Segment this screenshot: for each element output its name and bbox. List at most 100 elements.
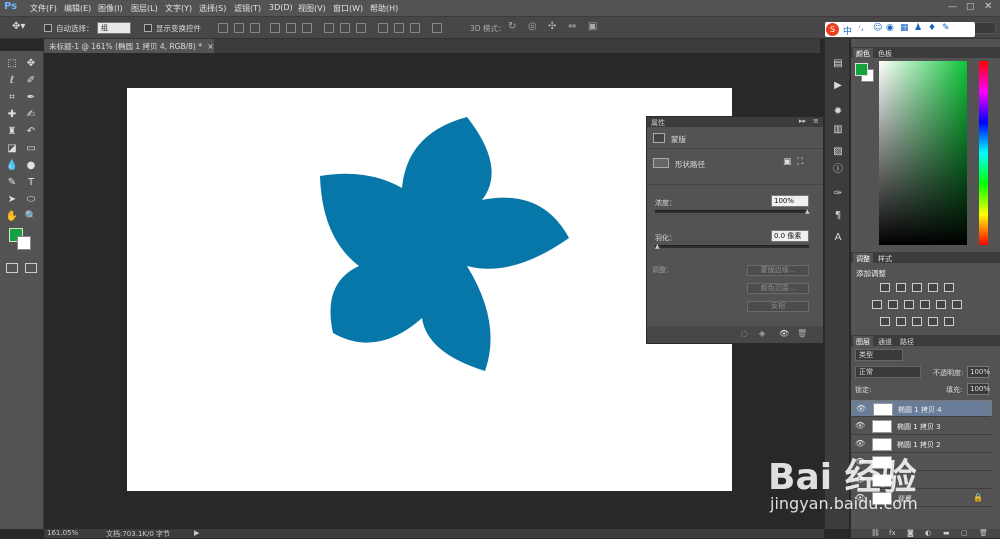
clone-stamp-tool-icon[interactable]: ♜ (4, 125, 20, 139)
menu-edit[interactable]: 编辑(E) (64, 3, 91, 14)
auto-select-checkbox[interactable] (44, 24, 52, 32)
minimize-icon[interactable]: — (948, 2, 957, 12)
eyedropper-tool-icon[interactable]: ✒ (23, 91, 39, 105)
ime-keyboard-icon[interactable]: ▦ (900, 23, 909, 33)
selective-color-icon[interactable] (944, 317, 954, 326)
maximize-icon[interactable]: □ (966, 2, 975, 12)
color-picker-field[interactable] (879, 61, 967, 245)
align-right-icon[interactable] (302, 23, 312, 33)
close-window-icon[interactable]: ✕ (984, 1, 992, 12)
lasso-tool-icon[interactable]: ℓ (4, 74, 20, 88)
document-canvas[interactable] (127, 88, 732, 491)
crop-tool-icon[interactable]: ⌗ (4, 91, 20, 105)
ellipse-tool-icon[interactable]: ⬭ (23, 193, 39, 207)
feather-slider[interactable]: ▲ (655, 243, 809, 250)
align-hcenter-icon[interactable] (286, 23, 296, 33)
menu-filter[interactable]: 滤镜(T) (234, 3, 261, 14)
ime-voice-icon[interactable]: ◉ (886, 23, 894, 33)
menu-image[interactable]: 图像(I) (98, 3, 123, 14)
ime-user-icon[interactable]: ♟ (914, 23, 922, 33)
color-balance-icon[interactable] (888, 300, 898, 309)
color-lookup-icon[interactable] (952, 300, 962, 309)
move-tool-preset-icon[interactable]: ✥▾ (12, 21, 25, 32)
distribute-left-icon[interactable] (378, 23, 388, 33)
opacity-input[interactable]: 100% (967, 366, 990, 378)
new-fill-layer-icon[interactable]: ◐ (925, 529, 931, 537)
delete-layer-icon[interactable]: 🗑 (979, 529, 988, 537)
brightness-contrast-icon[interactable] (880, 283, 890, 292)
apply-mask-icon[interactable]: ◈ (759, 329, 765, 338)
menu-view[interactable]: 视图(V) (298, 3, 326, 14)
move-tool-icon[interactable]: ✥ (23, 57, 39, 71)
menu-type[interactable]: 文字(Y) (165, 3, 192, 14)
info-icon[interactable]: ⓘ (830, 163, 846, 177)
type-tool-icon[interactable]: T (23, 176, 39, 190)
load-selection-icon[interactable]: ◌ (741, 329, 748, 338)
document-tab[interactable]: 未标题-1 @ 161% (椭圆 1 拷贝 4, RGB/8) * × (44, 39, 214, 53)
menu-select[interactable]: 选择(S) (199, 3, 226, 14)
pen-tool-icon[interactable]: ✎ (4, 176, 20, 190)
color-panel-foreground[interactable] (855, 63, 868, 76)
align-top-icon[interactable] (218, 23, 228, 33)
actions-icon[interactable]: ▶ (830, 79, 846, 93)
ime-language[interactable]: 中 (843, 24, 852, 37)
feather-input[interactable]: 0.0 像素 (771, 230, 809, 242)
threshold-icon[interactable] (912, 317, 922, 326)
delete-mask-icon[interactable]: 🗑 (797, 329, 807, 338)
new-group-icon[interactable]: ▬ (943, 529, 950, 537)
density-slider-thumb[interactable]: ▲ (805, 208, 810, 215)
photo-filter-icon[interactable] (920, 300, 930, 309)
add-pixel-mask-icon[interactable]: ▣ (783, 157, 792, 167)
auto-select-dropdown[interactable]: 组 (97, 22, 131, 34)
3d-scale-icon[interactable]: ▣ (588, 21, 597, 32)
marquee-tool-icon[interactable]: ⬚ (4, 57, 20, 71)
mask-edge-button[interactable]: 蒙版边缘... (747, 265, 809, 276)
3d-roll-icon[interactable]: ◎ (528, 21, 537, 32)
brush-presets-icon[interactable]: ▥ (830, 123, 846, 137)
exposure-icon[interactable] (928, 283, 938, 292)
align-left-icon[interactable] (270, 23, 280, 33)
brush-tool-icon[interactable]: ✍ (23, 108, 39, 122)
3d-rotate-icon[interactable]: ↻ (508, 21, 516, 32)
3d-slide-icon[interactable]: ⇔ (568, 21, 576, 32)
character-icon[interactable]: A (830, 231, 846, 245)
quick-select-tool-icon[interactable]: ✐ (23, 74, 39, 88)
path-select-tool-icon[interactable]: ➤ (4, 193, 20, 207)
layer-row[interactable]: 👁 椭圆 1 拷贝 4 (851, 400, 992, 417)
auto-align-icon[interactable] (432, 23, 442, 33)
gradient-tool-icon[interactable]: ▭ (23, 142, 39, 156)
color-range-button[interactable]: 颜色范围... (747, 283, 809, 294)
fx-icon[interactable]: fx (889, 529, 896, 537)
ime-skin-icon[interactable]: ♦ (928, 23, 936, 33)
zoom-tool-icon[interactable]: 🔍 (23, 210, 39, 224)
density-slider[interactable]: ▲ (655, 208, 810, 215)
ime-punct-icon[interactable]: ·, (858, 23, 864, 33)
distribute-hcenter-icon[interactable] (394, 23, 404, 33)
tab-layers[interactable]: 图层 (853, 336, 873, 346)
new-layer-icon[interactable]: ▢ (961, 529, 968, 537)
hue-slider[interactable] (979, 61, 988, 245)
add-vector-mask-icon[interactable]: ⛶ (797, 157, 803, 167)
zoom-level[interactable]: 161.05% (47, 529, 78, 537)
invert-button[interactable]: 反相 (747, 301, 809, 312)
fill-input[interactable]: 100% (967, 383, 990, 395)
visibility-eye-icon[interactable]: 👁 (856, 404, 867, 415)
3d-pan-icon[interactable]: ✣ (548, 21, 556, 32)
add-mask-icon[interactable]: ◙ (907, 529, 914, 537)
align-vcenter-icon[interactable] (234, 23, 244, 33)
link-layers-icon[interactable]: ⛓ (871, 529, 880, 537)
layer-filter-dropdown[interactable]: 类型 (855, 349, 903, 361)
tab-channels[interactable]: 通道 (875, 336, 895, 346)
healing-brush-tool-icon[interactable]: ✚ (4, 108, 20, 122)
panel-menu-icon[interactable]: ≡ (813, 117, 819, 125)
paragraph-icon[interactable]: ¶ (830, 209, 846, 223)
invert-adjust-icon[interactable] (880, 317, 890, 326)
quick-mask-icon[interactable] (6, 263, 18, 273)
align-bottom-icon[interactable] (250, 23, 260, 33)
brush-settings-icon[interactable]: ✹ (830, 105, 846, 119)
distribute-right-icon[interactable] (410, 23, 420, 33)
posterize-icon[interactable] (896, 317, 906, 326)
tab-swatches[interactable]: 色板 (875, 48, 895, 58)
clone-source-icon[interactable]: ▨ (830, 145, 846, 159)
distribute-bottom-icon[interactable] (356, 23, 366, 33)
